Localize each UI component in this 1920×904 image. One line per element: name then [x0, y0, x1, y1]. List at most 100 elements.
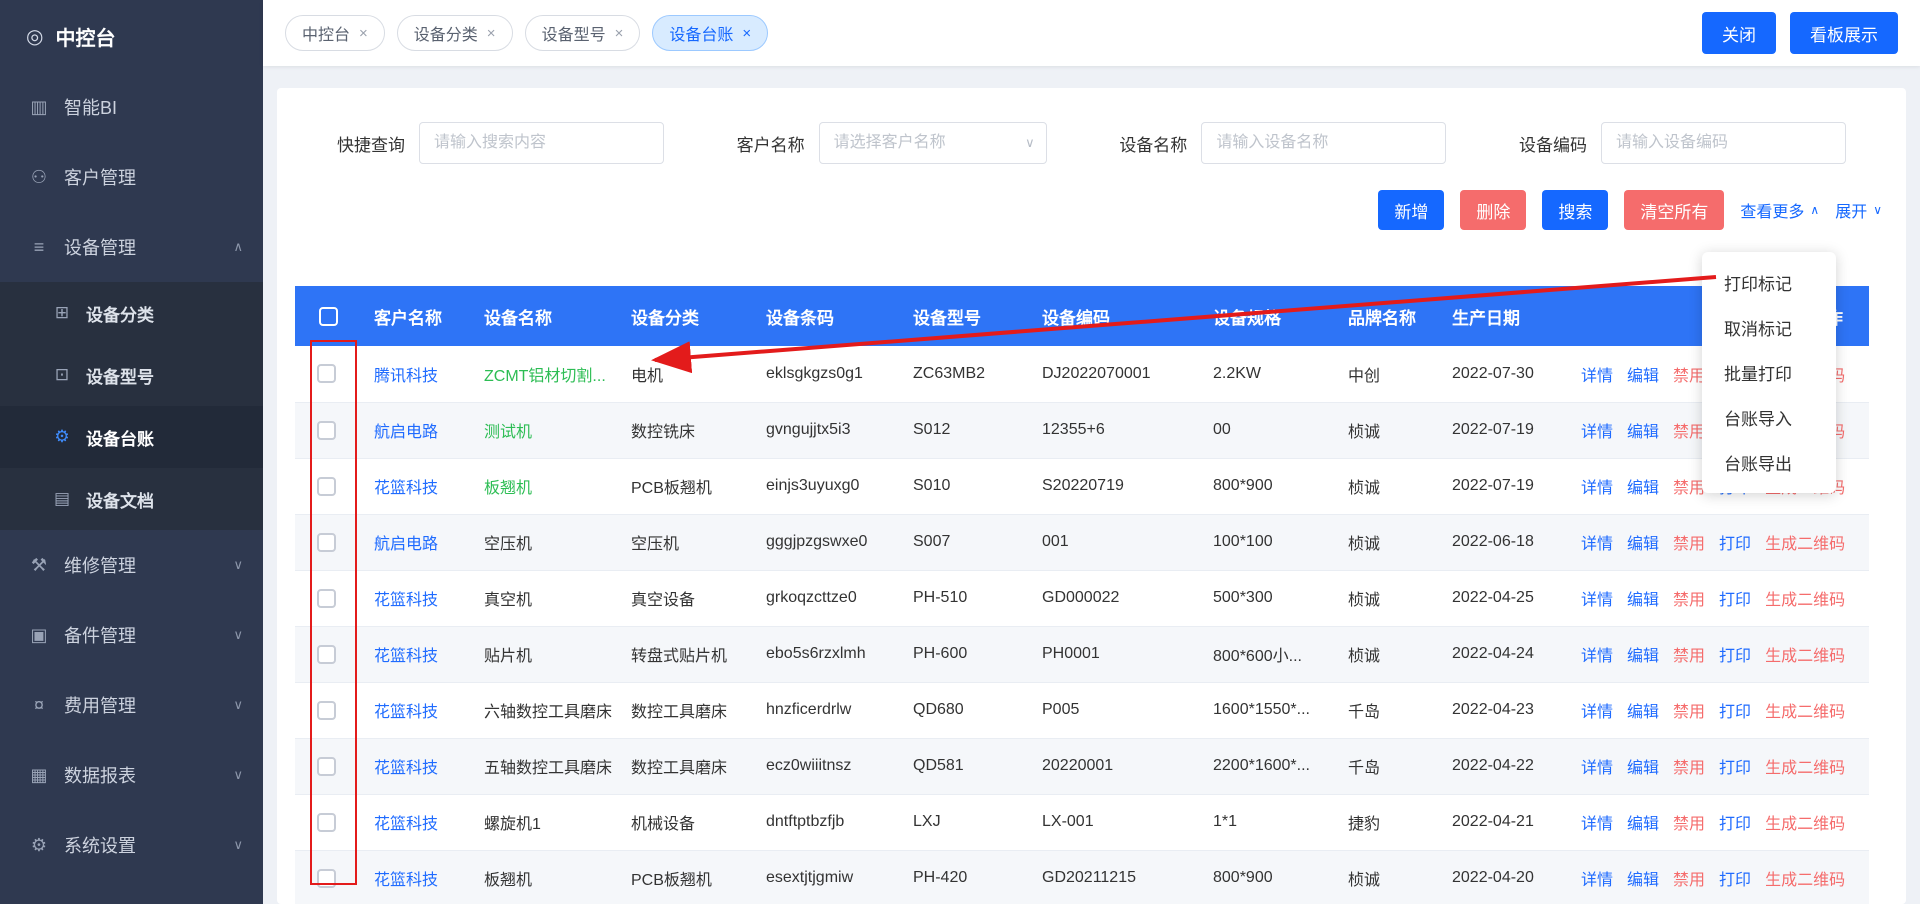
quick-search-input[interactable]: [419, 122, 664, 164]
sidebar-item-device-docs[interactable]: ▤设备文档: [0, 468, 263, 530]
row-checkbox[interactable]: [317, 645, 336, 664]
action-edit[interactable]: 编辑: [1627, 536, 1659, 553]
sidebar-item-device-category[interactable]: ⊞设备分类: [0, 282, 263, 344]
action-detail[interactable]: 详情: [1581, 536, 1613, 553]
close-tab-icon[interactable]: ×: [742, 25, 751, 42]
action-disable[interactable]: 禁用: [1673, 816, 1705, 833]
customer-name-link[interactable]: 花篮科技: [374, 872, 438, 889]
row-checkbox[interactable]: [317, 364, 336, 383]
customer-name-link[interactable]: 花篮科技: [374, 760, 438, 777]
action-disable[interactable]: 禁用: [1673, 648, 1705, 665]
action-detail[interactable]: 详情: [1581, 368, 1613, 385]
dropdown-item-cancel-mark[interactable]: 取消标记: [1702, 305, 1836, 350]
action-print[interactable]: 打印: [1719, 648, 1751, 665]
sidebar-item-report[interactable]: ▦数据报表∨: [0, 740, 263, 810]
board-display-button[interactable]: 看板展示: [1790, 12, 1898, 54]
action-edit[interactable]: 编辑: [1627, 648, 1659, 665]
sidebar-item-spare[interactable]: ▣备件管理∨: [0, 600, 263, 670]
action-print[interactable]: 打印: [1719, 536, 1751, 553]
dropdown-item-batch-print[interactable]: 批量打印: [1702, 350, 1836, 395]
action-edit[interactable]: 编辑: [1627, 704, 1659, 721]
row-checkbox[interactable]: [317, 869, 336, 888]
action-detail[interactable]: 详情: [1581, 648, 1613, 665]
action-qrcode[interactable]: 生成二维码: [1765, 592, 1845, 609]
sidebar-item-devices[interactable]: ≡设备管理∧: [0, 212, 263, 282]
sidebar-item-repair[interactable]: ⚒维修管理∨: [0, 530, 263, 600]
row-checkbox[interactable]: [317, 701, 336, 720]
sidebar-item-device-ledger[interactable]: ⚙设备台账: [0, 406, 263, 468]
action-detail[interactable]: 详情: [1581, 480, 1613, 497]
dropdown-item-print-mark[interactable]: 打印标记: [1702, 260, 1836, 305]
customer-name-link[interactable]: 花篮科技: [374, 648, 438, 665]
tab-device-ledger[interactable]: 设备台账×: [652, 15, 768, 51]
sidebar-item-cost[interactable]: ¤费用管理∨: [0, 670, 263, 740]
action-edit[interactable]: 编辑: [1627, 872, 1659, 889]
view-more-link[interactable]: 查看更多 ∧: [1740, 198, 1819, 222]
customer-name-link[interactable]: 航启电路: [374, 536, 438, 553]
action-disable[interactable]: 禁用: [1673, 424, 1705, 441]
action-disable[interactable]: 禁用: [1673, 536, 1705, 553]
action-disable[interactable]: 禁用: [1673, 592, 1705, 609]
device-name-input[interactable]: [1201, 122, 1446, 164]
action-edit[interactable]: 编辑: [1627, 816, 1659, 833]
action-qrcode[interactable]: 生成二维码: [1765, 760, 1845, 777]
row-checkbox[interactable]: [317, 477, 336, 496]
action-print[interactable]: 打印: [1719, 592, 1751, 609]
action-detail[interactable]: 详情: [1581, 704, 1613, 721]
action-disable[interactable]: 禁用: [1673, 704, 1705, 721]
action-print[interactable]: 打印: [1719, 704, 1751, 721]
add-button[interactable]: 新增: [1378, 190, 1444, 230]
action-detail[interactable]: 详情: [1581, 592, 1613, 609]
action-qrcode[interactable]: 生成二维码: [1765, 648, 1845, 665]
action-edit[interactable]: 编辑: [1627, 760, 1659, 777]
action-print[interactable]: 打印: [1719, 872, 1751, 889]
action-qrcode[interactable]: 生成二维码: [1765, 816, 1845, 833]
close-tab-icon[interactable]: ×: [615, 25, 624, 42]
select-all-checkbox[interactable]: [319, 307, 338, 326]
customer-name-link[interactable]: 花篮科技: [374, 816, 438, 833]
tab-console[interactable]: 中控台×: [285, 15, 385, 51]
expand-link[interactable]: 展开 ∨: [1835, 198, 1882, 222]
action-disable[interactable]: 禁用: [1673, 480, 1705, 497]
action-disable[interactable]: 禁用: [1673, 872, 1705, 889]
action-edit[interactable]: 编辑: [1627, 480, 1659, 497]
action-disable[interactable]: 禁用: [1673, 760, 1705, 777]
sidebar-item-device-model[interactable]: ⊡设备型号: [0, 344, 263, 406]
dropdown-item-ledger-import[interactable]: 台账导入: [1702, 395, 1836, 440]
row-checkbox[interactable]: [317, 533, 336, 552]
sidebar-item-settings[interactable]: ⚙系统设置∨: [0, 810, 263, 880]
action-print[interactable]: 打印: [1719, 760, 1751, 777]
device-name-cell[interactable]: 板翘机: [484, 480, 532, 497]
sidebar-brand[interactable]: ◎ 中控台: [0, 0, 263, 72]
action-edit[interactable]: 编辑: [1627, 592, 1659, 609]
dropdown-item-ledger-export[interactable]: 台账导出: [1702, 440, 1836, 485]
action-qrcode[interactable]: 生成二维码: [1765, 704, 1845, 721]
close-tab-icon[interactable]: ×: [359, 25, 368, 42]
clear-all-button[interactable]: 清空所有: [1624, 190, 1724, 230]
customer-name-link[interactable]: 航启电路: [374, 424, 438, 441]
tab-device-category[interactable]: 设备分类×: [397, 15, 513, 51]
row-checkbox[interactable]: [317, 589, 336, 608]
action-detail[interactable]: 详情: [1581, 872, 1613, 889]
action-qrcode[interactable]: 生成二维码: [1765, 872, 1845, 889]
customer-name-link[interactable]: 腾讯科技: [374, 368, 438, 385]
device-code-input[interactable]: [1601, 122, 1846, 164]
device-name-cell[interactable]: 测试机: [484, 424, 532, 441]
sidebar-item-customers[interactable]: ⚇客户管理: [0, 142, 263, 212]
customer-name-link[interactable]: 花篮科技: [374, 592, 438, 609]
tab-device-model[interactable]: 设备型号×: [525, 15, 641, 51]
action-print[interactable]: 打印: [1719, 816, 1751, 833]
close-button[interactable]: 关闭: [1702, 12, 1776, 54]
action-detail[interactable]: 详情: [1581, 816, 1613, 833]
device-name-cell[interactable]: ZCMT铝材切割...: [484, 368, 606, 385]
sidebar-item-bi[interactable]: ▥智能BI: [0, 72, 263, 142]
action-detail[interactable]: 详情: [1581, 424, 1613, 441]
close-tab-icon[interactable]: ×: [487, 25, 496, 42]
action-disable[interactable]: 禁用: [1673, 368, 1705, 385]
search-button[interactable]: 搜索: [1542, 190, 1608, 230]
action-edit[interactable]: 编辑: [1627, 368, 1659, 385]
action-qrcode[interactable]: 生成二维码: [1765, 536, 1845, 553]
action-edit[interactable]: 编辑: [1627, 424, 1659, 441]
customer-name-link[interactable]: 花篮科技: [374, 480, 438, 497]
delete-button[interactable]: 删除: [1460, 190, 1526, 230]
